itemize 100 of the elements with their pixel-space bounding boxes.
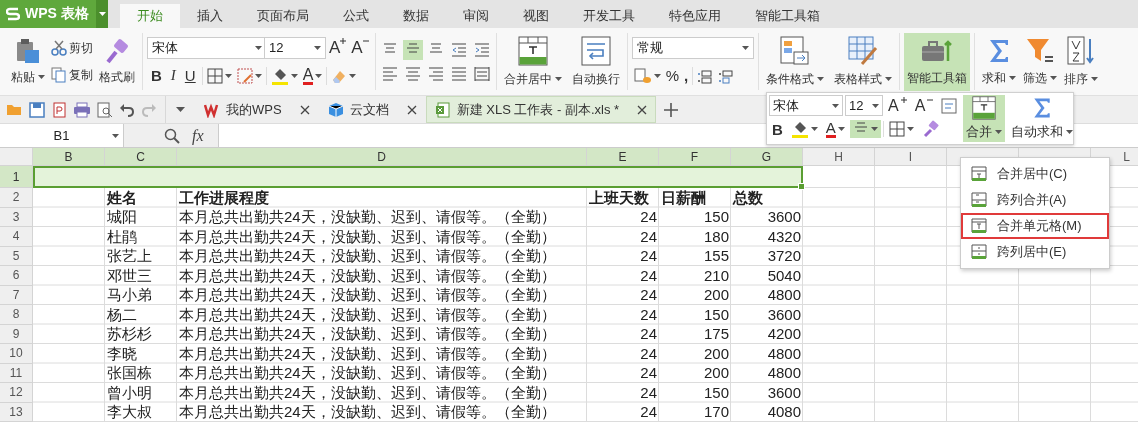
percent-button[interactable]: % (663, 65, 682, 86)
sum-button[interactable]: 求和 (978, 32, 1019, 91)
column-header[interactable]: B (33, 148, 105, 166)
close-icon[interactable] (637, 104, 648, 115)
align-center-button[interactable] (849, 120, 881, 138)
save-icon[interactable] (29, 101, 45, 118)
column-header[interactable]: I (875, 148, 947, 166)
insert-function-button[interactable]: fx (192, 126, 204, 145)
row-header[interactable]: 4 (0, 227, 33, 247)
app-menu-dropdown[interactable] (96, 0, 108, 28)
ribbon-tab[interactable]: 插入 (180, 4, 240, 28)
row-header[interactable]: 1 (0, 166, 33, 188)
table-style-button[interactable]: 表格样式 (830, 32, 895, 91)
menu-item[interactable]: 跨列合并(A) (961, 187, 1109, 213)
font-color-button[interactable]: A (822, 119, 848, 139)
zoom-icon[interactable] (164, 127, 180, 144)
currency-button[interactable] (631, 65, 663, 86)
align-button[interactable] (402, 39, 423, 60)
table-cell-text: 24 (639, 285, 658, 305)
document-tab[interactable]: 我的WPS (195, 96, 319, 123)
table-cell-text: 24 (639, 324, 658, 344)
italic-button[interactable]: I (166, 66, 180, 85)
menu-item[interactable]: 合并单元格(M) (961, 213, 1109, 239)
cell-format-button[interactable] (234, 65, 264, 86)
table-cell-text: 24 (639, 207, 658, 227)
ribbon-tab[interactable]: 数据 (386, 4, 446, 28)
number-format-select[interactable]: 常规 (631, 37, 754, 59)
merge-button[interactable]: 合并 (963, 95, 1006, 142)
ribbon-tab[interactable]: 开发工具 (566, 4, 652, 28)
bold-button[interactable]: B (147, 66, 166, 85)
filter-button[interactable]: 筛选 (1019, 32, 1060, 91)
menu-item[interactable]: 跨列居中(E) (961, 239, 1109, 265)
printer-icon[interactable] (73, 101, 91, 118)
caret-icon (1066, 130, 1074, 134)
copy-button[interactable]: 复制 (49, 64, 95, 86)
font-size-select[interactable]: 12 (264, 36, 326, 59)
table-cell-text: 本月总共出勤共24天，没缺勤、迟到、请假等。（全勤） (178, 207, 557, 227)
wrap-button[interactable]: 自动换行 (568, 32, 623, 91)
close-icon[interactable] (299, 104, 310, 115)
underline-button[interactable]: U (180, 66, 200, 85)
column-header[interactable]: E (587, 148, 659, 166)
shrink-font-button[interactable]: A (911, 95, 937, 116)
merge-button[interactable]: 合并居中 (500, 32, 565, 91)
caret-icon (315, 73, 323, 78)
column-header[interactable]: G (731, 148, 803, 166)
ribbon-tab[interactable]: 智能工具箱 (738, 4, 837, 28)
ribbon-tab[interactable]: 公式 (326, 4, 386, 28)
auto-sum-button[interactable]: 自动求和 (1008, 95, 1077, 142)
caret-icon (837, 127, 845, 131)
conditional-button[interactable]: 条件格式 (762, 32, 827, 91)
row-header[interactable]: 10 (0, 344, 33, 364)
row-header[interactable]: 12 (0, 383, 33, 403)
folder-icon[interactable] (6, 102, 23, 117)
align-right-icon (427, 65, 444, 82)
font-select[interactable]: 宋体 (147, 36, 267, 59)
column-header[interactable]: F (659, 148, 731, 166)
paste-button[interactable]: 粘贴 (8, 32, 48, 91)
font-color-button[interactable]: A (300, 64, 325, 87)
format-painter-button[interactable]: 格式刷 (96, 32, 138, 91)
grow-font-button[interactable]: A (885, 95, 910, 116)
pdf-export-icon[interactable] (51, 101, 67, 118)
ribbon-tab[interactable]: 视图 (506, 4, 566, 28)
caret-icon[interactable] (176, 107, 185, 112)
table-cell-text: 杜鹃 (106, 227, 138, 247)
close-icon[interactable] (406, 104, 417, 115)
ribbon-tab[interactable]: 特色应用 (652, 4, 738, 28)
font-select[interactable]: 宋体 (769, 95, 843, 116)
add-tab-icon[interactable] (664, 102, 679, 117)
toolbox-button[interactable]: 智能工具箱 (903, 32, 970, 91)
column-header[interactable]: C (105, 148, 177, 166)
bold-button[interactable]: B (769, 119, 786, 139)
borders-button[interactable] (204, 65, 234, 86)
table-cell-text: 4800 (766, 344, 802, 364)
name-box[interactable]: B1 (0, 124, 124, 147)
table-cell-text: 城阳 (106, 207, 138, 227)
caret-icon (38, 75, 45, 79)
ribbon-tab[interactable]: 审阅 (446, 4, 506, 28)
print-preview-icon[interactable] (97, 101, 113, 118)
ribbon-tab[interactable]: 开始 (120, 4, 180, 28)
shrink-font-button[interactable]: A (349, 36, 371, 59)
font-size-select[interactable]: 12 (845, 95, 883, 116)
table-cell-text: 175 (702, 324, 730, 344)
filter-funnel-icon (1024, 36, 1055, 65)
align-center-icon (404, 65, 421, 82)
grow-font-button[interactable]: A (327, 36, 349, 59)
column-header[interactable]: H (803, 148, 875, 166)
caret-icon (254, 73, 262, 78)
document-tab[interactable]: 云文档 (318, 96, 426, 123)
table-cell-text: 本月总共出勤共24天，没缺勤、迟到、请假等。（全勤） (178, 305, 557, 325)
sort-button[interactable]: 排序 (1060, 32, 1101, 91)
table-cell-text: 邓世三 (106, 266, 153, 286)
row-header[interactable]: 2 (0, 188, 33, 208)
ribbon-tab[interactable]: 页面布局 (240, 4, 326, 28)
comma-button[interactable]: , (682, 65, 691, 86)
column-header[interactable]: D (177, 148, 587, 166)
row-header[interactable]: 8 (0, 305, 33, 325)
document-tab[interactable]: 新建 XLS 工作表 - 副本.xls * (425, 96, 657, 123)
fill-handle[interactable] (798, 183, 805, 190)
row-header[interactable]: 6 (0, 266, 33, 286)
cut-button[interactable]: 剪切 (49, 37, 95, 59)
